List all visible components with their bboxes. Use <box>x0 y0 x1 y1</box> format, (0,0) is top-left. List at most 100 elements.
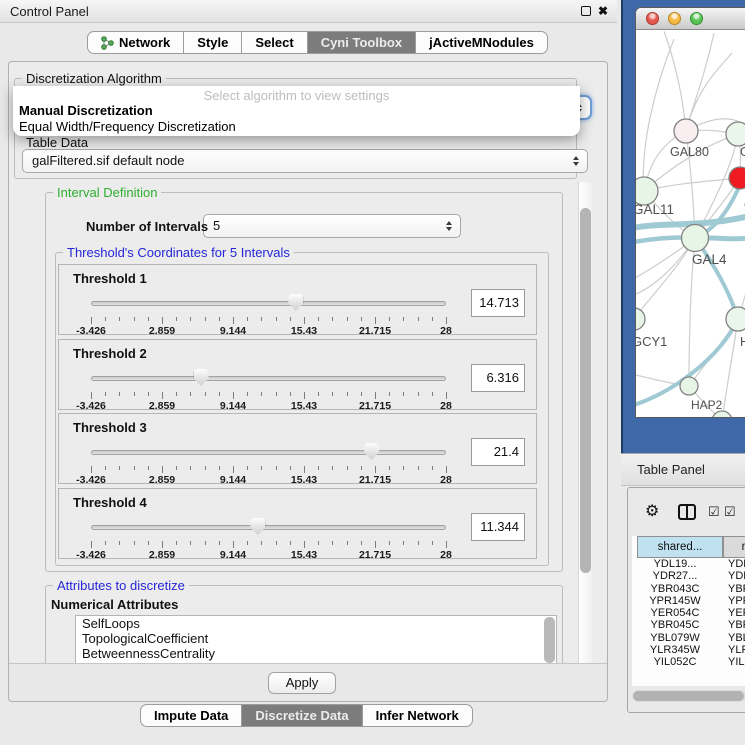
discretization-algorithm-label: Discretization Algorithm <box>22 71 166 86</box>
slider-tick <box>318 317 319 321</box>
slider-track[interactable] <box>91 301 446 306</box>
table-row[interactable]: YIL052CYIL0 <box>632 656 745 666</box>
table-row[interactable]: YPR145WYPR1 <box>632 595 745 607</box>
table-horizontal-scrollbar[interactable] <box>632 690 745 702</box>
table-column-header[interactable]: shared... <box>637 536 723 558</box>
network-edge[interactable] <box>643 39 674 191</box>
node-label: GAL4 <box>692 252 727 267</box>
slider-tick <box>276 466 277 470</box>
network-window-titlebar[interactable] <box>636 8 745 30</box>
bottom-tab-impute-data[interactable]: Impute Data <box>140 704 242 727</box>
slider-tick-label: 9.144 <box>220 325 246 337</box>
tab-network[interactable]: Network <box>87 31 184 54</box>
slider-thumb[interactable] <box>364 443 379 460</box>
threshold-value-field[interactable]: 21.4 <box>471 438 525 466</box>
checkbox-icon[interactable]: ☑ <box>724 504 736 520</box>
slider-track[interactable] <box>91 376 446 381</box>
close-icon[interactable]: ✖ <box>598 5 608 17</box>
table-row[interactable]: YBR043CYBR0 <box>632 583 745 595</box>
threshold-value-field[interactable]: 14.713 <box>471 289 525 317</box>
slider-thumb[interactable] <box>288 294 303 311</box>
node-red-selected[interactable] <box>729 167 745 189</box>
node-gcy1[interactable] <box>636 308 645 330</box>
tab-cyni-toolbox[interactable]: Cyni Toolbox <box>308 31 416 54</box>
table-data-value: galFiltered.sif default node <box>32 153 184 168</box>
tab-jactivemnodules[interactable]: jActiveMNodules <box>416 31 548 54</box>
network-edge[interactable] <box>686 33 714 131</box>
node-pink[interactable] <box>674 119 698 143</box>
slider-tick-label: 2.859 <box>149 474 175 486</box>
table-column-header[interactable]: name <box>723 536 745 558</box>
slider-track[interactable] <box>91 525 446 530</box>
attribute-list-item[interactable]: SelfLoops <box>76 616 556 631</box>
table-panel-body: ⚙ ☑ ☑ shared...name YDL19...YDL1YDR27...… <box>627 487 745 713</box>
table-panel-header: Table Panel <box>621 453 745 486</box>
bottom-tab-infer-network[interactable]: Infer Network <box>363 704 473 727</box>
slider-tick <box>389 317 390 321</box>
bottom-tab-discretize-data[interactable]: Discretize Data <box>242 704 362 727</box>
node-gal4[interactable] <box>682 225 709 252</box>
float-window-icon[interactable] <box>581 6 591 16</box>
network-edge[interactable] <box>664 31 686 131</box>
tab-select[interactable]: Select <box>242 31 307 54</box>
threshold-value-field[interactable]: 11.344 <box>471 513 525 541</box>
node-top-right[interactable] <box>726 122 745 146</box>
tab-label: Style <box>197 32 228 53</box>
numerical-attributes-list[interactable]: SelfLoopsTopologicalCoefficientBetweenne… <box>75 615 557 664</box>
slider-tick <box>134 317 135 321</box>
scrollbar-thumb[interactable] <box>633 691 744 701</box>
slider-tick-label: 21.715 <box>359 400 391 412</box>
number-of-intervals-spinner[interactable]: 5 <box>203 214 461 238</box>
zoom-traffic-light-icon[interactable] <box>690 12 703 25</box>
slider-track[interactable] <box>91 450 446 455</box>
close-traffic-light-icon[interactable] <box>646 12 659 25</box>
tab-style[interactable]: Style <box>184 31 242 54</box>
split-columns-icon[interactable] <box>678 504 696 520</box>
attribute-list-item[interactable]: TopologicalCoefficient <box>76 631 556 646</box>
slider-tick <box>304 317 305 324</box>
slider-thumb[interactable] <box>194 369 209 386</box>
slider-tick <box>418 392 419 396</box>
slider-tick <box>176 541 177 545</box>
node-h[interactable] <box>726 307 745 331</box>
node-bottom[interactable] <box>712 411 732 418</box>
table-row[interactable]: YBL079WYBL0 <box>632 632 745 644</box>
table-row[interactable]: YDL19...YDL1 <box>632 558 745 570</box>
node-hap2[interactable] <box>680 377 698 395</box>
list-scrollbar[interactable] <box>544 617 555 663</box>
panel-vertical-scrollbar[interactable] <box>578 182 592 663</box>
table-row[interactable]: YDR27...YDR2 <box>632 570 745 582</box>
slider-tick <box>190 317 191 321</box>
slider-tick <box>205 466 206 470</box>
threshold-slider[interactable]: -3.4262.8599.14415.4321.71528 <box>85 293 452 335</box>
slider-tick <box>361 466 362 470</box>
scrollbar-thumb[interactable] <box>580 208 591 573</box>
attribute-list-item[interactable]: BetweennessCentrality <box>76 646 556 661</box>
minimize-traffic-light-icon[interactable] <box>668 12 681 25</box>
table-row[interactable]: YER054CYER0 <box>632 607 745 619</box>
table-row[interactable]: YBR045CYBR0 <box>632 619 745 631</box>
slider-tick <box>190 466 191 470</box>
slider-tick <box>446 466 447 473</box>
table-cell-name: YER0 <box>723 607 745 619</box>
table-row[interactable]: YLR345WYLR3 <box>632 644 745 656</box>
threshold-value-field[interactable]: 6.316 <box>471 364 525 392</box>
slider-tick <box>403 317 404 321</box>
slider-thumb[interactable] <box>250 518 265 535</box>
algorithm-option[interactable]: Manual Discretization <box>19 103 153 118</box>
gear-icon[interactable]: ⚙ <box>645 501 659 521</box>
tab-label: Network <box>119 32 170 53</box>
screenshot-root: Control Panel ✖ NetworkStyleSelectCyni T… <box>0 0 745 745</box>
threshold-slider[interactable]: -3.4262.8599.14415.4321.71528 <box>85 442 452 484</box>
node-gal11[interactable] <box>636 177 658 205</box>
table-cell-name: YDR2 <box>723 570 745 582</box>
table-data-combobox[interactable]: galFiltered.sif default node <box>22 149 588 173</box>
algorithm-option[interactable]: Equal Width/Frequency Discretization <box>19 119 236 134</box>
apply-button[interactable]: Apply <box>268 672 336 694</box>
checkbox-icon[interactable]: ☑ <box>708 504 720 520</box>
threshold-slider[interactable]: -3.4262.8599.14415.4321.71528 <box>85 368 452 410</box>
slider-tick <box>134 466 135 470</box>
table-cell-name: YBR0 <box>723 619 745 631</box>
threshold-slider[interactable]: -3.4262.8599.14415.4321.71528 <box>85 517 452 559</box>
network-canvas[interactable]: GAL80GGAL11CGAL4GCY1HHAP2 <box>636 31 745 418</box>
